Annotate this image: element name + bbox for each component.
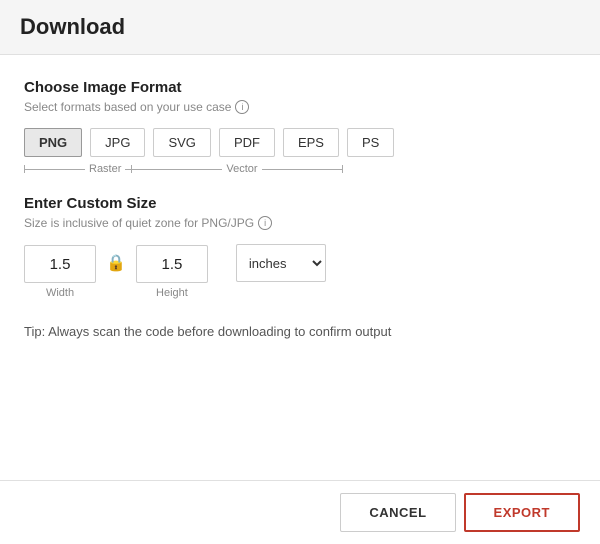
scale-raster-line bbox=[25, 169, 85, 170]
height-input-wrap: Height bbox=[136, 245, 208, 299]
format-section-subtitle: Select formats based on your use case i bbox=[24, 100, 576, 114]
width-input-wrap: Width bbox=[24, 245, 96, 299]
cancel-button[interactable]: CANCEL bbox=[340, 493, 455, 532]
size-info-icon[interactable]: i bbox=[258, 216, 272, 230]
dialog-title: Download bbox=[20, 14, 125, 39]
height-input[interactable] bbox=[136, 245, 208, 283]
format-btn-pdf[interactable]: PDF bbox=[219, 128, 275, 157]
format-btn-eps[interactable]: EPS bbox=[283, 128, 339, 157]
custom-size-section: Enter Custom Size Size is inclusive of q… bbox=[24, 195, 576, 300]
height-label: Height bbox=[156, 287, 188, 299]
scale-vector-label: Vector bbox=[222, 163, 261, 175]
format-btn-svg[interactable]: SVG bbox=[153, 128, 210, 157]
size-section-title: Enter Custom Size bbox=[24, 195, 576, 212]
format-info-icon[interactable]: i bbox=[235, 100, 249, 114]
scale-vector-line bbox=[132, 169, 222, 170]
format-btn-jpg[interactable]: JPG bbox=[90, 128, 145, 157]
format-btn-png[interactable]: PNG bbox=[24, 128, 82, 157]
unit-select[interactable]: inches cm mm px bbox=[236, 244, 326, 282]
format-buttons: PNG JPG SVG PDF EPS PS bbox=[24, 128, 576, 157]
width-label: Width bbox=[46, 287, 74, 299]
format-section-title: Choose Image Format bbox=[24, 79, 576, 96]
format-btn-ps[interactable]: PS bbox=[347, 128, 394, 157]
dialog-footer: CANCEL EXPORT bbox=[0, 480, 600, 544]
export-button[interactable]: EXPORT bbox=[464, 493, 580, 532]
lock-icon: 🔒 bbox=[106, 253, 126, 273]
scale-tick-end bbox=[342, 165, 343, 173]
dialog-body: Choose Image Format Select formats based… bbox=[0, 55, 600, 480]
size-inputs: Width 🔒 Height inches cm mm px bbox=[24, 244, 576, 300]
scale-indicator: Raster Vector bbox=[24, 163, 576, 175]
size-section-subtitle: Size is inclusive of quiet zone for PNG/… bbox=[24, 216, 576, 230]
format-section: Choose Image Format Select formats based… bbox=[24, 79, 576, 175]
width-input[interactable] bbox=[24, 245, 96, 283]
tip-text: Tip: Always scan the code before downloa… bbox=[24, 324, 576, 339]
scale-raster-label: Raster bbox=[85, 163, 125, 175]
dialog-header: Download bbox=[0, 0, 600, 55]
